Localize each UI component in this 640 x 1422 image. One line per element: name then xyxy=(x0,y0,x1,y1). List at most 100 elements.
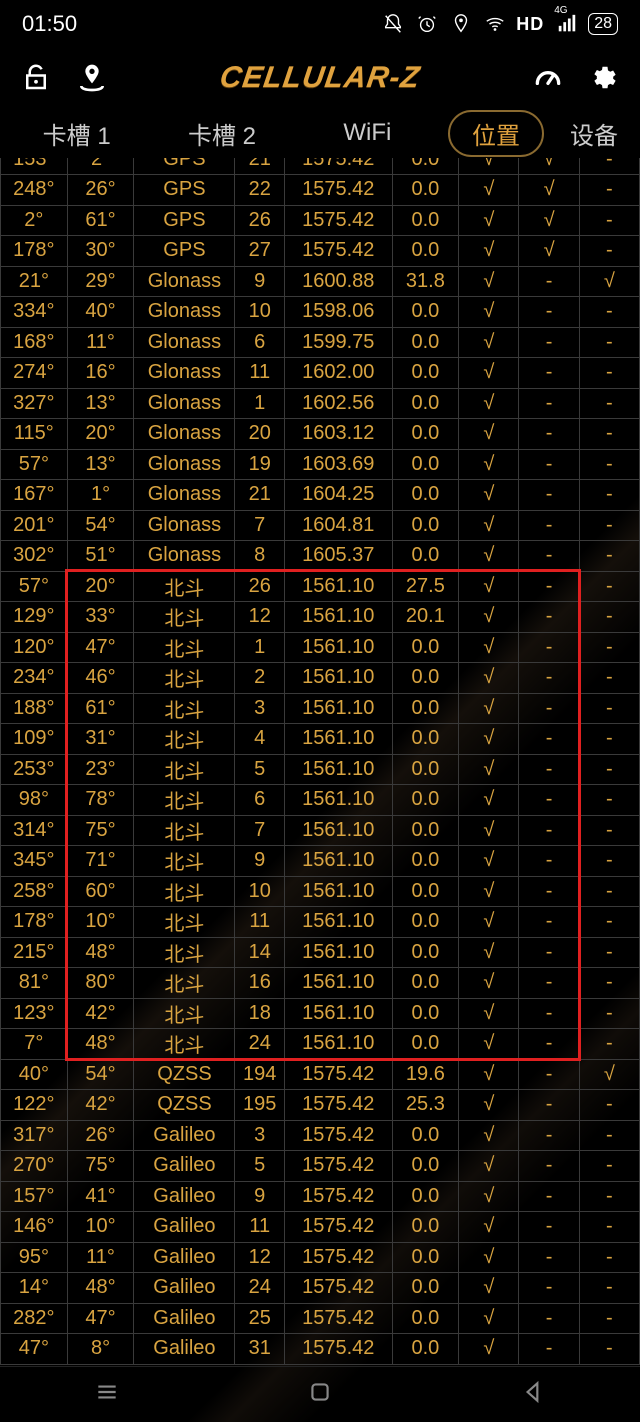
cell: Galileo xyxy=(134,1334,235,1365)
cell: √ xyxy=(459,602,519,633)
cell: √ xyxy=(459,1090,519,1121)
cell: Glonass xyxy=(134,449,235,480)
cell: - xyxy=(579,1303,639,1334)
cell: - xyxy=(519,1181,579,1212)
map-pin-button[interactable] xyxy=(64,50,120,106)
cell: 31 xyxy=(235,1334,284,1365)
cell: 201° xyxy=(1,510,68,541)
system-nav-bar xyxy=(0,1366,640,1422)
tab-1[interactable]: 卡槽 2 xyxy=(149,110,294,157)
cell: - xyxy=(519,1151,579,1182)
cell: GPS xyxy=(134,158,235,175)
cell: - xyxy=(519,541,579,572)
cell: - xyxy=(579,1273,639,1304)
cell: 1575.42 xyxy=(284,1151,392,1182)
cell: 23° xyxy=(67,754,134,785)
table-row: 302°51°Glonass81605.370.0√-- xyxy=(1,541,640,572)
cell: Glonass xyxy=(134,388,235,419)
cell: 25.3 xyxy=(392,1090,459,1121)
cell: 1561.10 xyxy=(284,907,392,938)
cell: √ xyxy=(459,510,519,541)
cell: - xyxy=(519,815,579,846)
tab-0[interactable]: 卡槽 1 xyxy=(4,110,149,157)
cell: - xyxy=(519,968,579,999)
home-button[interactable] xyxy=(307,1379,333,1410)
cell: 0.0 xyxy=(392,724,459,755)
table-row: 258°60°北斗101561.100.0√-- xyxy=(1,876,640,907)
cell: 1603.69 xyxy=(284,449,392,480)
cell: 0.0 xyxy=(392,693,459,724)
cell: 北斗 xyxy=(134,754,235,785)
cell: 9 xyxy=(235,266,284,297)
cell: √ xyxy=(459,1120,519,1151)
cell: 20.1 xyxy=(392,602,459,633)
cell: - xyxy=(519,754,579,785)
cell: 0.0 xyxy=(392,297,459,328)
cell: QZSS xyxy=(134,1090,235,1121)
tab-3[interactable]: 位置 xyxy=(448,110,544,157)
cell: Glonass xyxy=(134,510,235,541)
back-button[interactable] xyxy=(520,1379,546,1410)
table-row: 57°20°北斗261561.1027.5√-- xyxy=(1,571,640,602)
location-icon xyxy=(450,13,472,35)
table-row: 21°29°Glonass91600.8831.8√-√ xyxy=(1,266,640,297)
cell: 57° xyxy=(1,571,68,602)
table-row: 317°26°Galileo31575.420.0√-- xyxy=(1,1120,640,1151)
cell: 317° xyxy=(1,1120,68,1151)
cell: - xyxy=(519,571,579,602)
gauge-button[interactable] xyxy=(520,50,576,106)
cell: 61° xyxy=(67,693,134,724)
cell: 1602.56 xyxy=(284,388,392,419)
cell: 1604.25 xyxy=(284,480,392,511)
cell: √ xyxy=(459,1303,519,1334)
cell: 22 xyxy=(235,175,284,206)
cell: 0.0 xyxy=(392,876,459,907)
cell: - xyxy=(579,1212,639,1243)
cell: 334° xyxy=(1,297,68,328)
cell: √ xyxy=(579,266,639,297)
wifi-icon xyxy=(484,13,506,35)
cell: 1575.42 xyxy=(284,1120,392,1151)
tab-4[interactable]: 设备 xyxy=(552,110,636,157)
cell: GPS xyxy=(134,236,235,267)
cell: 0.0 xyxy=(392,907,459,938)
cell: Glonass xyxy=(134,358,235,389)
cell: 33° xyxy=(67,602,134,633)
cell: √ xyxy=(459,754,519,785)
cell: 51° xyxy=(67,541,134,572)
cell: 4 xyxy=(235,724,284,755)
satellite-table: 153°2°GPS211575.420.0√√-248°26°GPS221575… xyxy=(0,158,640,1365)
cell: - xyxy=(579,449,639,480)
cell: - xyxy=(579,1242,639,1273)
cell: - xyxy=(519,449,579,480)
hd-label: HD xyxy=(516,14,544,35)
cell: - xyxy=(579,815,639,846)
cell: - xyxy=(519,907,579,938)
settings-button[interactable] xyxy=(576,50,632,106)
cell: 71° xyxy=(67,846,134,877)
table-row: 47°8°Galileo311575.420.0√-- xyxy=(1,1334,640,1365)
cell: 95° xyxy=(1,1242,68,1273)
cell: - xyxy=(519,358,579,389)
satellite-table-wrap[interactable]: 153°2°GPS211575.420.0√√-248°26°GPS221575… xyxy=(0,158,640,1366)
table-row: 178°10°北斗111561.100.0√-- xyxy=(1,907,640,938)
cell: √ xyxy=(459,158,519,175)
cell: 1602.00 xyxy=(284,358,392,389)
table-row: 327°13°Glonass11602.560.0√-- xyxy=(1,388,640,419)
cell: - xyxy=(519,419,579,450)
cell: 20 xyxy=(235,419,284,450)
lock-open-button[interactable] xyxy=(8,50,64,106)
tab-2[interactable]: WiFi xyxy=(295,113,440,153)
cell: 13° xyxy=(67,449,134,480)
cell: GPS xyxy=(134,205,235,236)
table-row: 345°71°北斗91561.100.0√-- xyxy=(1,846,640,877)
cell: 10° xyxy=(67,907,134,938)
cell: 234° xyxy=(1,663,68,694)
recent-apps-button[interactable] xyxy=(94,1379,120,1410)
cell: - xyxy=(519,785,579,816)
cell: - xyxy=(519,876,579,907)
cell: - xyxy=(579,1090,639,1121)
cell: √ xyxy=(459,1273,519,1304)
cell: 14° xyxy=(1,1273,68,1304)
cell: 1561.10 xyxy=(284,937,392,968)
